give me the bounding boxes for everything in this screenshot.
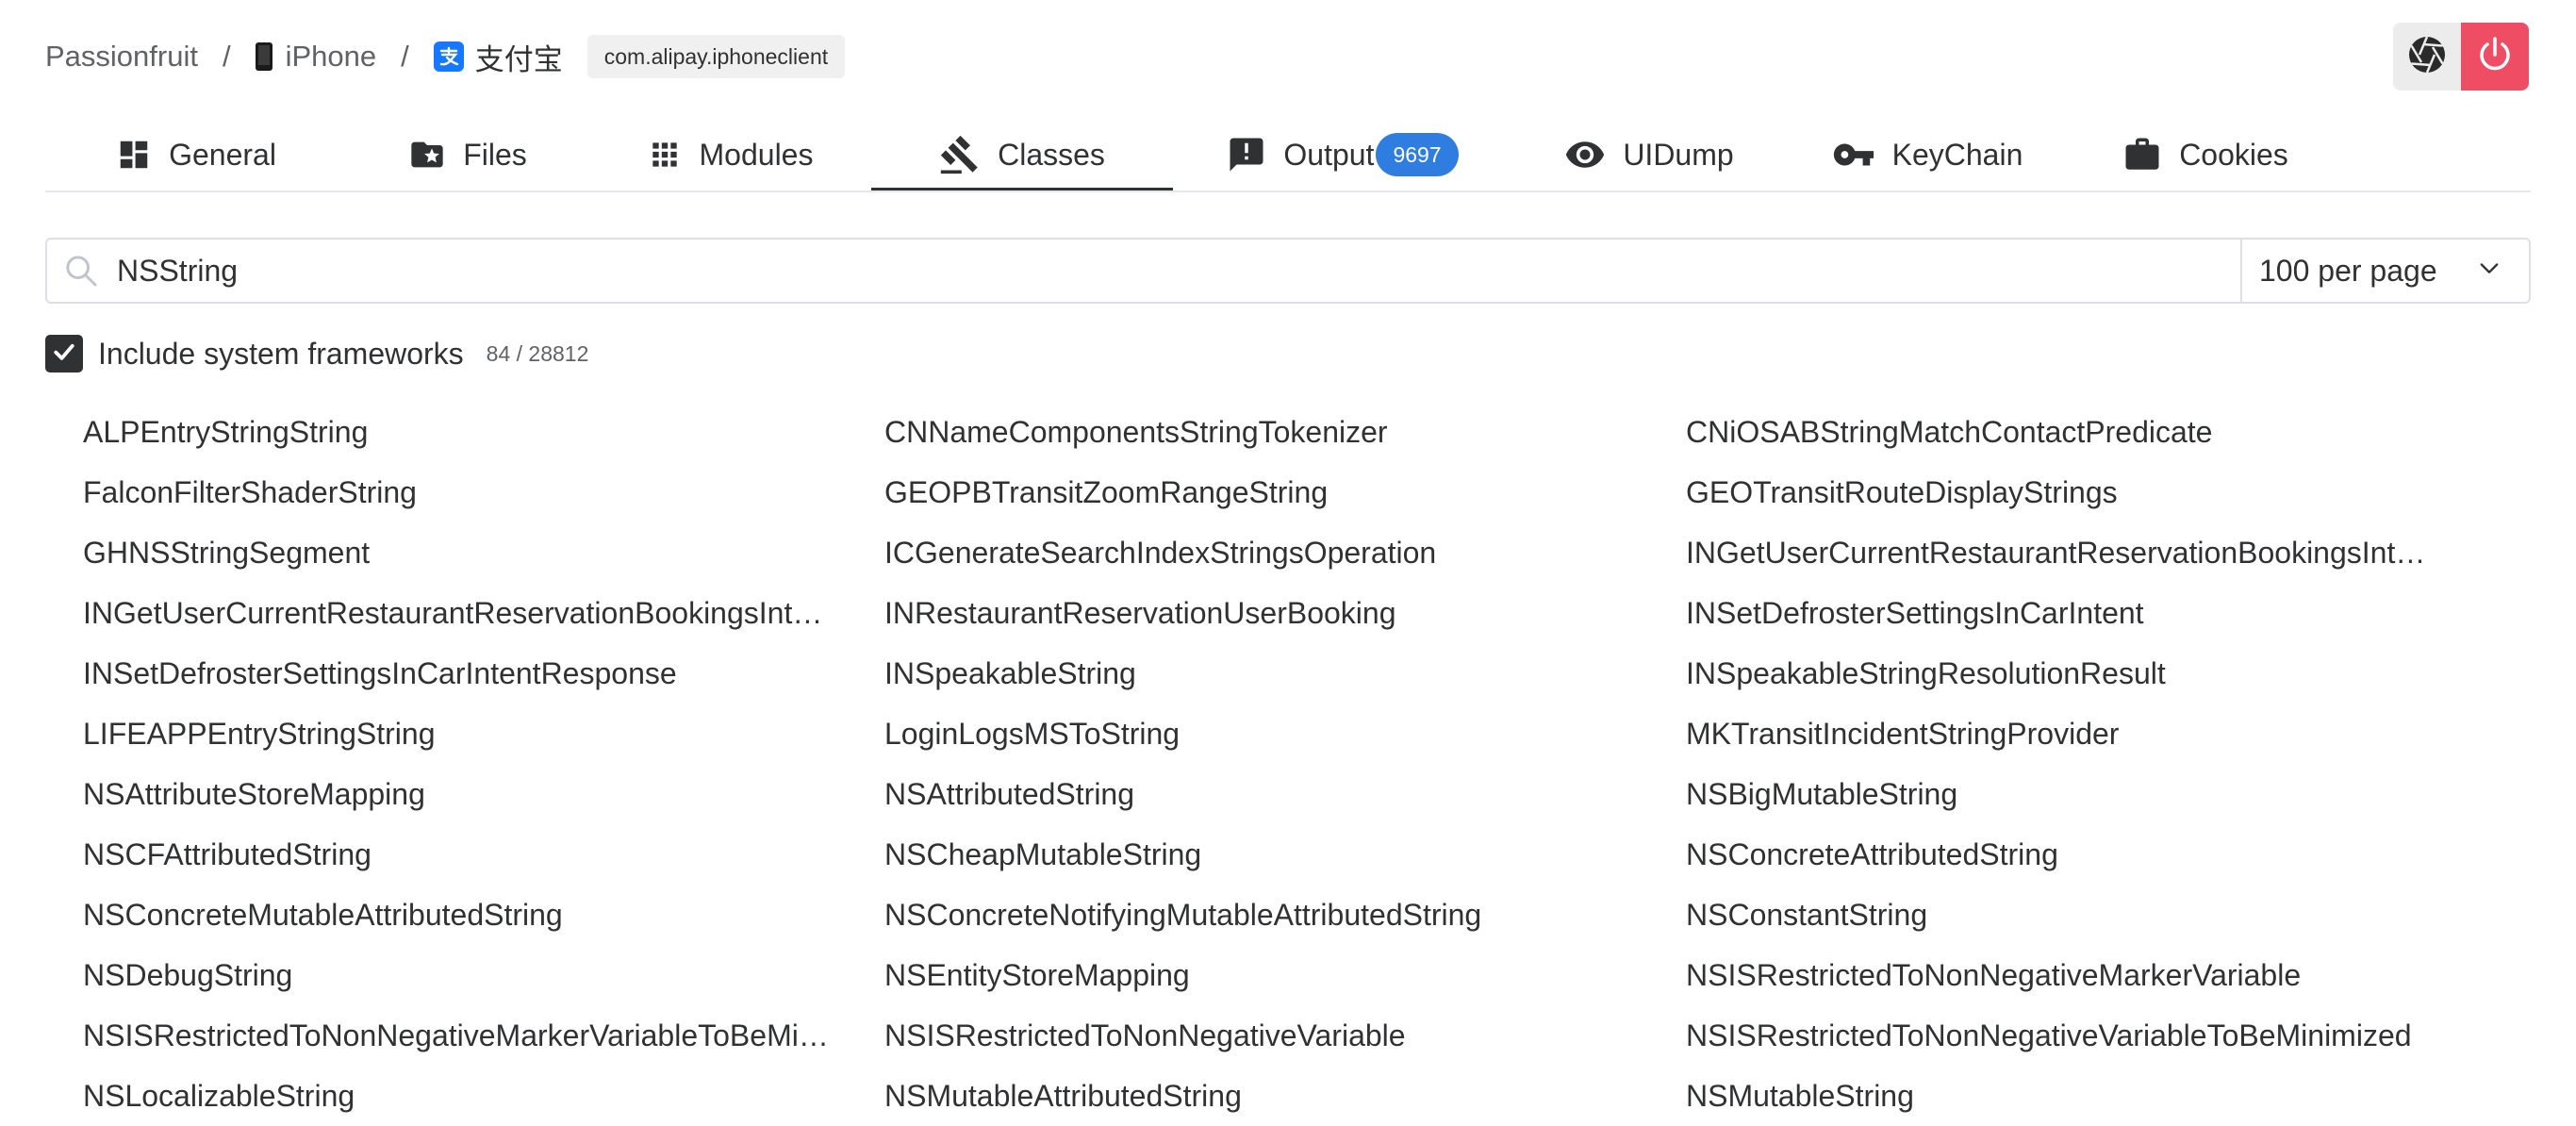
breadcrumb-root[interactable]: Passionfruit [45, 40, 198, 74]
class-item[interactable]: NSLocalizableString [83, 1073, 866, 1126]
class-item[interactable]: NSISRestrictedToNonNegativeVariableToBeM… [1686, 1013, 2469, 1073]
class-item[interactable]: NSConcreteAttributedString [1686, 832, 2469, 892]
class-item[interactable]: NSMutableAttributedString [884, 1073, 1667, 1126]
breadcrumb-separator: / [401, 40, 409, 73]
class-item[interactable]: INGetUserCurrentRestaurantReservationBoo… [83, 590, 866, 651]
grid-icon [647, 137, 683, 173]
class-item[interactable]: INGetUserCurrentRestaurantReservationBoo… [1686, 530, 2469, 590]
tab-label: Modules [699, 137, 814, 172]
class-item[interactable]: NSEntityStoreMapping [884, 952, 1667, 1013]
class-item[interactable]: ALPEntryStringString [83, 409, 866, 470]
breadcrumb-separator: / [222, 40, 231, 73]
main-tabs: General Files Modules Classes Output 969… [45, 121, 2531, 192]
breadcrumb-device-label: iPhone [285, 40, 377, 73]
class-item[interactable]: INSpeakableString [884, 651, 1667, 711]
class-item[interactable]: GHNSStringSegment [83, 530, 866, 590]
aperture-icon [2406, 34, 2448, 80]
class-item[interactable]: NSConcreteNotifyingMutableAttributedStri… [884, 892, 1667, 952]
search-icon [62, 252, 100, 290]
include-system-checkbox[interactable] [45, 335, 83, 373]
class-item[interactable]: GEOTransitRouteDisplayStrings [1686, 470, 2469, 530]
class-item[interactable]: NSISRestrictedToNonNegativeMarkerVariabl… [1686, 952, 2469, 1013]
breadcrumb-app-label: 支付宝 [474, 42, 563, 76]
class-item[interactable]: INSpeakableStringResolutionResult [1686, 651, 2469, 711]
class-item[interactable]: INSetDefrosterSettingsInCarIntent [1686, 590, 2469, 651]
tab-modules[interactable]: Modules [588, 121, 871, 189]
class-item[interactable]: NSISRestrictedToNonNegativeVariable [884, 1013, 1667, 1073]
class-item[interactable]: NSMutableString [1686, 1073, 2469, 1126]
eye-icon [1564, 134, 1606, 175]
tab-output[interactable]: Output 9697 [1173, 121, 1512, 189]
tab-label: KeyChain [1891, 137, 2023, 172]
class-item[interactable]: INSetDefrosterSettingsInCarIntentRespons… [83, 651, 866, 711]
dashboard-icon [116, 137, 152, 173]
class-item[interactable]: NSConcreteMutableAttributedString [83, 892, 866, 952]
breadcrumb-device[interactable]: iPhone [255, 40, 377, 74]
class-list: ALPEntryStringString CNNameComponentsStri… [83, 409, 2553, 1126]
class-item[interactable]: LoginLogsMSToString [884, 711, 1667, 771]
classes-page: Passionfruit / iPhone / 支付宝 com.alipay.i… [0, 0, 2576, 1126]
iphone-icon [255, 42, 272, 71]
tab-files[interactable]: Files [347, 121, 588, 189]
tab-uidump[interactable]: UIDump [1512, 121, 1786, 189]
class-item[interactable]: CNNameComponentsStringTokenizer [884, 409, 1667, 470]
folder-star-icon [408, 136, 446, 174]
chevron-down-icon [2476, 254, 2502, 289]
tab-cookies[interactable]: Cookies [2069, 121, 2342, 189]
disconnect-button[interactable] [2461, 23, 2529, 91]
tab-classes[interactable]: Classes [871, 121, 1173, 190]
breadcrumb-app: 支付宝 [433, 36, 563, 78]
check-icon [50, 338, 78, 371]
class-item[interactable]: LIFEAPPEntryStringString [83, 711, 866, 771]
per-page-value: 100 per page [2259, 253, 2437, 288]
search-field [47, 240, 2242, 302]
class-item[interactable]: INRestaurantReservationUserBooking [884, 590, 1667, 651]
search-input[interactable] [115, 252, 2240, 290]
briefcase-icon [2122, 135, 2162, 174]
alert-box-icon [1227, 135, 1266, 174]
class-item[interactable]: FalconFilterShaderString [83, 470, 866, 530]
tab-label: Cookies [2179, 137, 2288, 172]
class-item[interactable]: NSCheapMutableString [884, 832, 1667, 892]
filter-options: Include system frameworks 84 / 28812 [45, 334, 588, 373]
tab-label: General [169, 137, 276, 172]
output-count-badge: 9697 [1376, 133, 1459, 176]
result-count: 84 / 28812 [486, 340, 589, 366]
key-icon [1832, 133, 1875, 176]
class-item[interactable]: NSAttributeStoreMapping [83, 771, 866, 832]
top-actions [2393, 23, 2529, 91]
per-page-select[interactable]: 100 per page [2242, 240, 2529, 302]
alipay-app-icon [433, 41, 464, 72]
tab-label: Classes [998, 137, 1105, 172]
class-item[interactable]: NSConstantString [1686, 892, 2469, 952]
gavel-icon [939, 134, 981, 175]
class-item[interactable]: ICGenerateSearchIndexStringsOperation [884, 530, 1667, 590]
tab-label: Files [463, 137, 527, 172]
include-system-label[interactable]: Include system frameworks [98, 337, 464, 372]
class-item[interactable]: NSDebugString [83, 952, 866, 1013]
class-item[interactable]: NSISRestrictedToNonNegativeMarkerVariabl… [83, 1013, 866, 1073]
class-item[interactable]: GEOPBTransitZoomRangeString [884, 470, 1667, 530]
power-icon [2474, 34, 2516, 80]
class-item[interactable]: NSCFAttributedString [83, 832, 866, 892]
tab-general[interactable]: General [45, 121, 347, 189]
tab-label: Output [1283, 137, 1375, 172]
class-item[interactable]: NSAttributedString [884, 771, 1667, 832]
tab-label: UIDump [1623, 137, 1734, 172]
class-item[interactable]: MKTransitIncidentStringProvider [1686, 711, 2469, 771]
class-item[interactable]: NSBigMutableString [1686, 771, 2469, 832]
breadcrumb: Passionfruit / iPhone / 支付宝 com.alipay.i… [45, 30, 2531, 83]
screenshot-button[interactable] [2393, 23, 2461, 91]
tab-keychain[interactable]: KeyChain [1786, 121, 2069, 189]
class-search-bar: 100 per page [45, 238, 2531, 304]
class-item[interactable]: CNiOSABStringMatchContactPredicate [1686, 409, 2469, 470]
bundle-id-tag: com.alipay.iphoneclient [586, 35, 846, 78]
